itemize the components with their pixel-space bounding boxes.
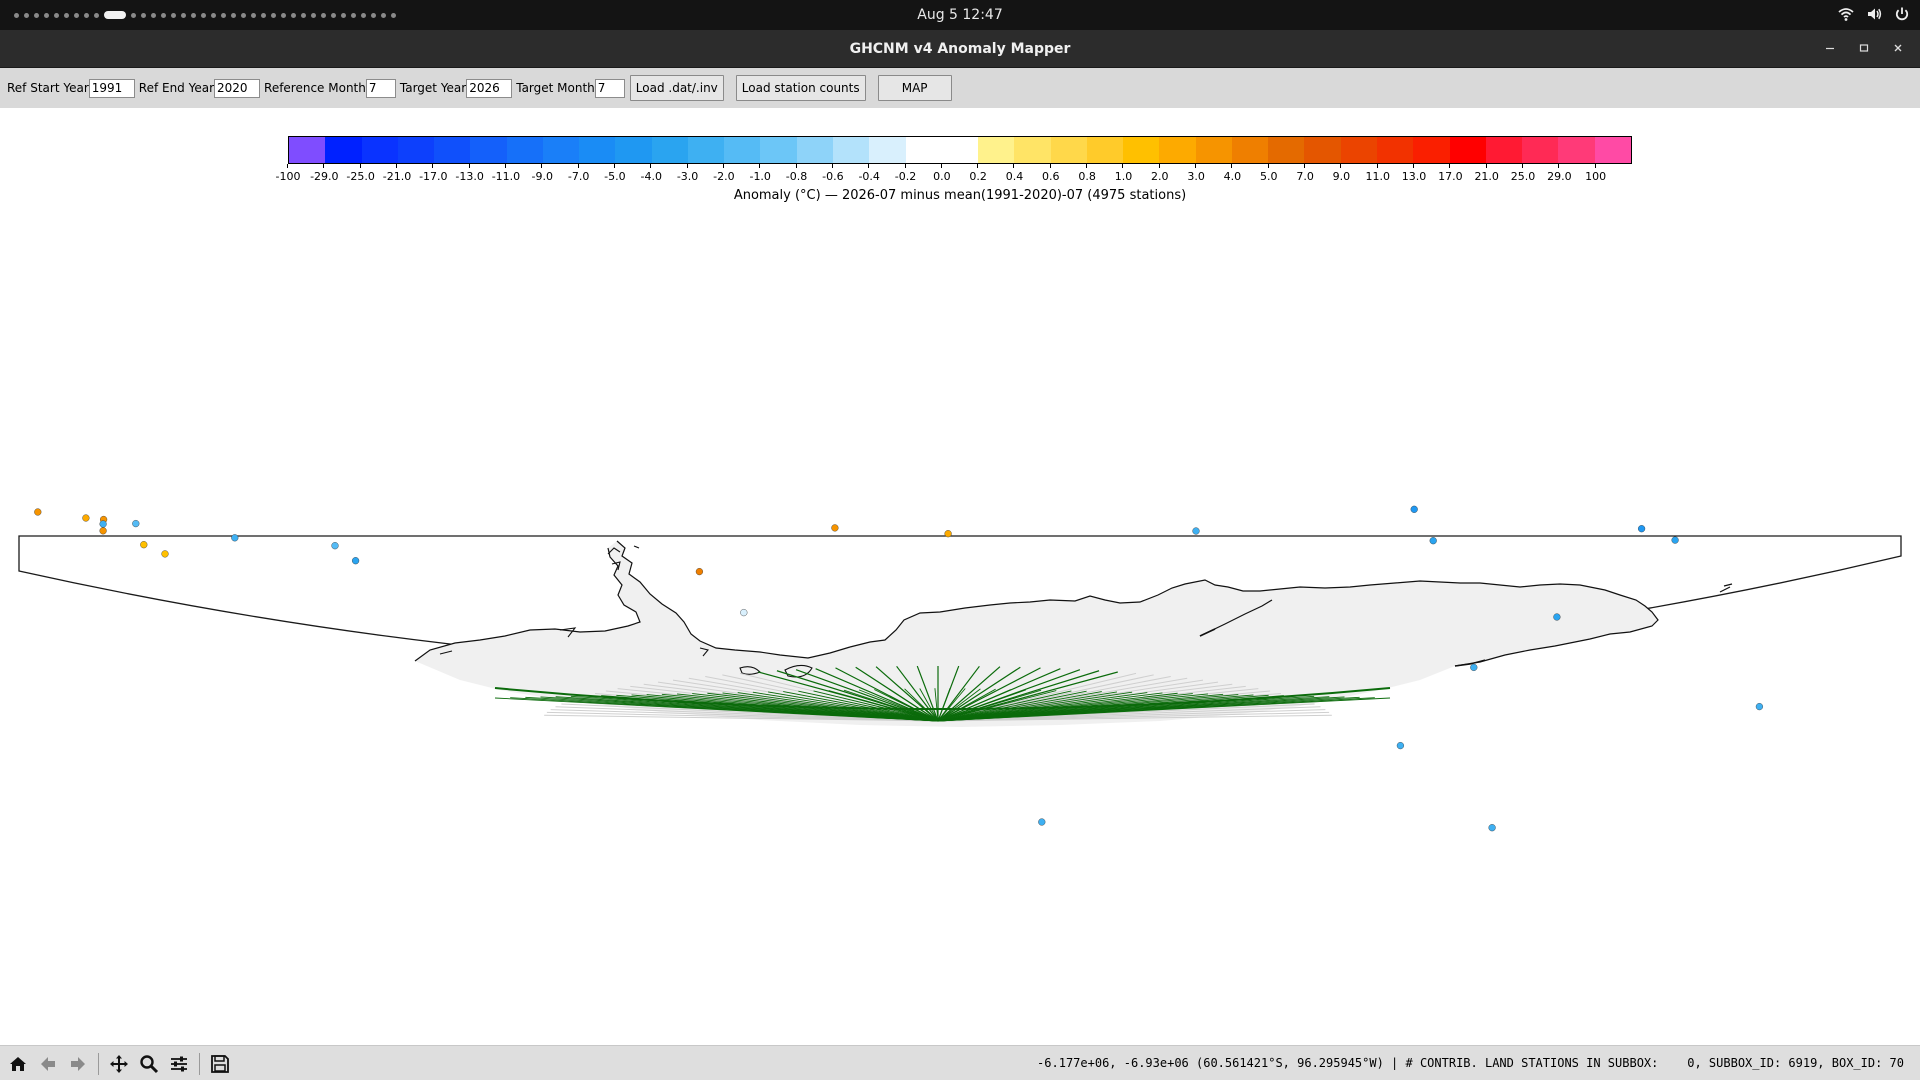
pan-icon[interactable] [107, 1052, 131, 1076]
station-marker [944, 530, 952, 538]
power-icon[interactable] [1894, 6, 1910, 22]
map-button[interactable]: MAP [877, 75, 952, 101]
window-title-bar[interactable]: GHCNM v4 Anomaly Mapper [0, 30, 1920, 68]
toolbar-separator [199, 1053, 200, 1075]
ref-month-label: Reference Month [264, 81, 366, 95]
target-year-label: Target Year [399, 81, 467, 95]
map-axes[interactable] [0, 108, 1920, 1045]
save-icon[interactable] [208, 1052, 232, 1076]
maximize-button[interactable] [1856, 40, 1872, 56]
station-marker [1470, 663, 1478, 672]
load-station-counts-button[interactable]: Load station counts [735, 75, 866, 101]
station-marker [140, 541, 148, 549]
figure-canvas[interactable]: -100 -29.0 -25.0 -21.0 -17.0 -13.0 -11.0 -9.0 -7… [0, 108, 1920, 1045]
forward-arrow-icon[interactable] [66, 1052, 90, 1076]
station-marker [132, 519, 140, 528]
system-top-bar: Aug 5 12:47 [0, 0, 1920, 30]
target-month-label: Target Month [516, 81, 595, 95]
station-marker [231, 534, 239, 542]
station-marker [34, 508, 42, 516]
window-title: GHCNM v4 Anomaly Mapper [849, 41, 1071, 57]
target-year-input[interactable] [466, 78, 513, 98]
configure-subplots-icon[interactable] [167, 1052, 191, 1076]
ref-end-label: Ref End Year [138, 81, 215, 95]
controls-bar: Ref Start Year Ref End Year Reference Mo… [0, 68, 1920, 108]
home-icon[interactable] [6, 1052, 30, 1076]
back-arrow-icon[interactable] [36, 1052, 60, 1076]
station-marker [82, 514, 90, 522]
matplotlib-toolbar: -6.177e+06, -6.93e+06 (60.561421°S, 96.2… [0, 1045, 1920, 1080]
station-marker [99, 520, 107, 528]
ref-month-input[interactable] [365, 78, 396, 98]
station-marker [1671, 536, 1679, 544]
wifi-icon[interactable] [1838, 6, 1854, 22]
station-marker [1429, 537, 1437, 545]
volume-icon[interactable] [1866, 6, 1882, 22]
station-marker [1553, 613, 1561, 621]
ref-start-input[interactable] [88, 78, 135, 98]
ref-start-label: Ref Start Year [7, 81, 89, 95]
station-marker [1192, 527, 1200, 535]
station-marker [831, 524, 839, 532]
ref-end-input[interactable] [214, 78, 261, 98]
station-marker [161, 550, 169, 558]
minimize-button[interactable] [1822, 40, 1838, 56]
station-marker [1488, 824, 1496, 832]
close-button[interactable] [1890, 40, 1906, 56]
station-marker [1410, 505, 1418, 513]
system-tray[interactable] [1838, 6, 1910, 22]
station-marker [1755, 702, 1764, 711]
target-month-input[interactable] [594, 78, 625, 98]
station-marker [1637, 525, 1646, 533]
clock[interactable]: Aug 5 12:47 [0, 0, 1920, 30]
station-marker [695, 567, 704, 576]
coordinate-readout: -6.177e+06, -6.93e+06 (60.561421°S, 96.2… [1037, 1056, 1904, 1070]
toolbar-separator [98, 1053, 99, 1075]
station-marker [1396, 741, 1405, 750]
station-marker [1038, 818, 1046, 826]
zoom-icon[interactable] [137, 1052, 161, 1076]
load-dat-inv-button[interactable]: Load .dat/.inv [629, 75, 724, 101]
station-marker [352, 557, 360, 565]
station-marker [331, 542, 339, 550]
station-marker [740, 608, 748, 617]
station-marker [99, 527, 107, 535]
